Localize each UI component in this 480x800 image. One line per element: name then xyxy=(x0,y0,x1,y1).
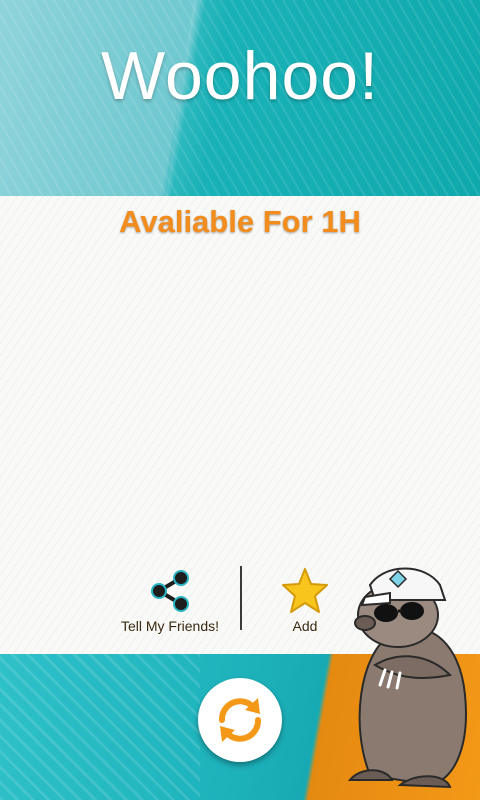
refresh-button[interactable] xyxy=(198,678,282,762)
action-divider xyxy=(240,566,242,630)
share-icon xyxy=(151,570,189,612)
page-title: Woohoo! xyxy=(101,38,379,114)
tell-friends-label: Tell My Friends! xyxy=(120,618,220,634)
tell-friends-button[interactable]: Tell My Friends! xyxy=(110,566,230,634)
header-banner: Woohoo! xyxy=(0,0,480,196)
refresh-icon xyxy=(219,698,261,742)
star-icon xyxy=(282,568,328,613)
availability-text: Avaliable For 1H xyxy=(119,204,361,239)
mole-mascot-image xyxy=(347,567,467,789)
